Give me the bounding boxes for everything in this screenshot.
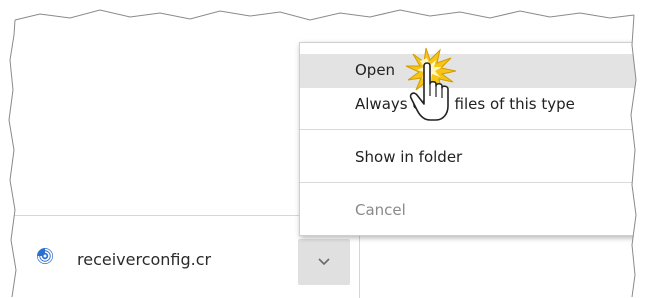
menu-item-open-label: Open — [355, 61, 396, 79]
menu-item-show-in-folder-label: Show in folder — [355, 148, 463, 166]
menu-item-show-in-folder[interactable]: Show in folder — [300, 141, 637, 175]
menu-separator — [300, 129, 637, 130]
download-file-name: receiverconfig.cr — [77, 250, 212, 269]
hand-pointer-icon — [405, 47, 457, 121]
menu-item-always-open[interactable]: Always open files of this type — [300, 88, 637, 122]
chevron-down-icon — [318, 258, 330, 266]
menu-item-cancel-label: Cancel — [355, 201, 406, 219]
download-menu-button[interactable] — [298, 239, 350, 285]
menu-separator — [300, 182, 637, 183]
receiver-config-swirl-icon — [37, 248, 53, 264]
menu-item-open[interactable]: Open — [300, 54, 637, 88]
menu-item-cancel[interactable]: Cancel — [300, 194, 637, 228]
download-context-menu: Open Always open files of this type Show… — [299, 42, 638, 236]
